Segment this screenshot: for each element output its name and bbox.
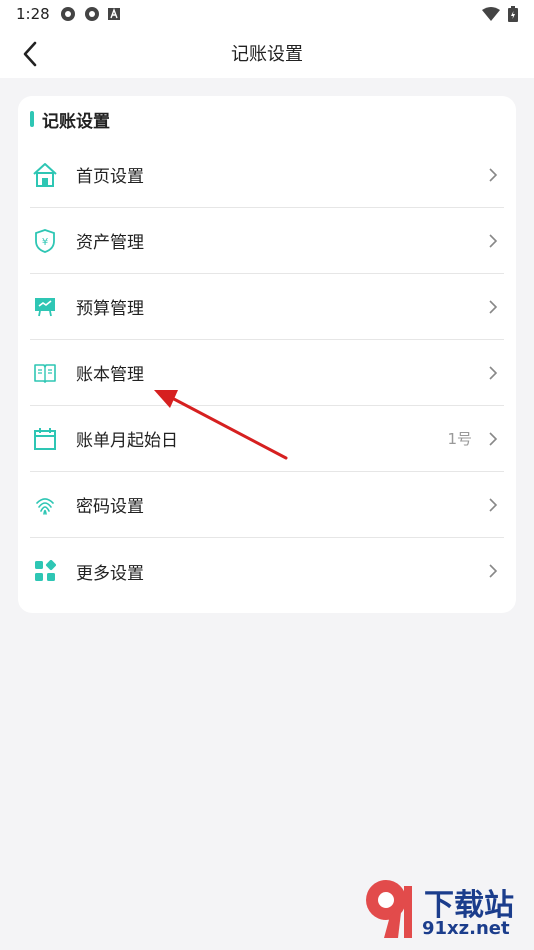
menu-item-password-settings[interactable]: 密码设置 (30, 472, 504, 538)
book-icon (30, 358, 60, 388)
title-accent-bar (30, 111, 34, 127)
page-header: 记账设置 (0, 28, 534, 78)
wifi-icon (482, 7, 500, 21)
menu-item-label: 更多设置 (76, 563, 144, 584)
apps-icon (30, 556, 60, 586)
menu-item-label: 密码设置 (76, 497, 144, 517)
chevron-right-icon (486, 297, 500, 317)
card-title: 记账设置 (30, 108, 110, 132)
chevron-right-icon (486, 231, 500, 251)
settings-card: 记账设置 首页设置 ¥ 资产管理 预算管理 账本管理 账单月起始日 1号 密码设… (18, 96, 516, 613)
menu-item-budget-management[interactable]: 预算管理 (30, 274, 504, 340)
menu-item-label: 预算管理 (76, 299, 144, 319)
status-bar: 1:28 (0, 0, 534, 28)
menu-item-label: 账本管理 (76, 365, 144, 385)
text-notification-icon (107, 8, 120, 20)
home-icon (30, 160, 60, 190)
chevron-right-icon (486, 495, 500, 515)
app-notification-icon (60, 7, 75, 21)
menu-item-asset-management[interactable]: ¥ 资产管理 (30, 208, 504, 274)
chevron-right-icon (486, 429, 500, 449)
menu-item-label: 资产管理 (76, 233, 144, 253)
fingerprint-icon (30, 490, 60, 520)
svg-text:¥: ¥ (42, 237, 48, 248)
budget-icon (30, 292, 60, 322)
chevron-right-icon (486, 363, 500, 383)
menu-item-value: 1号 (447, 430, 472, 448)
menu-item-ledger-management[interactable]: 账本管理 (30, 340, 504, 406)
chevron-left-icon (23, 41, 37, 67)
status-time: 1:28 (16, 5, 50, 23)
chevron-right-icon (486, 165, 500, 185)
watermark-logo: 下载站 91xz.net (358, 876, 528, 946)
app-notification-icon (84, 7, 99, 21)
menu-item-home-settings[interactable]: 首页设置 (30, 142, 504, 208)
card-title-text: 记账设置 (42, 111, 110, 132)
menu-item-billing-start-day[interactable]: 账单月起始日 1号 (30, 406, 504, 472)
calendar-icon (30, 424, 60, 454)
back-button[interactable] (14, 38, 46, 70)
menu-item-label: 首页设置 (76, 167, 144, 187)
watermark-url: 91xz.net (422, 918, 510, 939)
chevron-right-icon (486, 561, 500, 581)
menu-item-label: 账单月起始日 (76, 431, 178, 451)
battery-icon (508, 6, 518, 22)
page-title: 记账设置 (231, 44, 303, 65)
shield-yen-icon: ¥ (30, 226, 60, 256)
menu-item-more-settings[interactable]: 更多设置 (30, 538, 504, 604)
